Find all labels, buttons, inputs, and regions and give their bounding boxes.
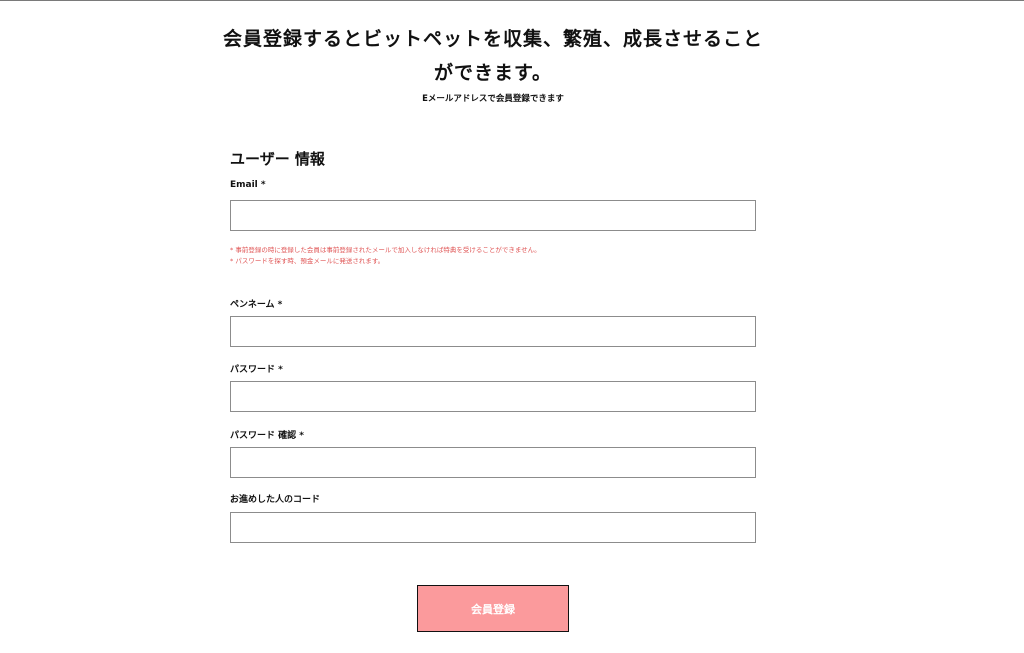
- note-item: * 事前登録の時に登録した会員は事前登録されたメールで加入しなければ特典を受ける…: [230, 246, 541, 254]
- penname-field[interactable]: [230, 316, 756, 347]
- note-item: * パスワードを探す時、預金メールに発送されます。: [230, 257, 385, 265]
- title-line-1: 会員登録するとビットペットを収集、繁殖、成長させること: [222, 28, 763, 50]
- password-confirm-field[interactable]: [230, 447, 756, 478]
- referral-code-label: お進めした人のコード: [230, 495, 321, 505]
- password-field[interactable]: [230, 381, 756, 412]
- section-title-user-info: ユーザー 情報: [230, 150, 325, 168]
- penname-label: ペンネーム *: [230, 300, 283, 310]
- email-notes: * 事前登録の時に登録した会員は事前登録されたメールで加入しなければ特典を受ける…: [230, 245, 790, 267]
- page-subtitle: Eメールアドレスで会員登録できます: [422, 94, 564, 104]
- signup-page: 会員登録するとビットペットを収集、繁殖、成長させること ができます。 Eメールア…: [0, 0, 1024, 653]
- title-line-2: ができます。: [433, 62, 553, 84]
- referral-code-field[interactable]: [230, 512, 756, 543]
- email-label: Email *: [230, 180, 266, 190]
- password-label: パスワード *: [230, 365, 283, 375]
- email-field[interactable]: [230, 200, 756, 231]
- password-confirm-label: パスワード 確認 *: [230, 431, 304, 441]
- register-button[interactable]: 会員登録: [417, 585, 569, 632]
- page-title: 会員登録するとビットペットを収集、繁殖、成長させること ができます。: [220, 22, 766, 90]
